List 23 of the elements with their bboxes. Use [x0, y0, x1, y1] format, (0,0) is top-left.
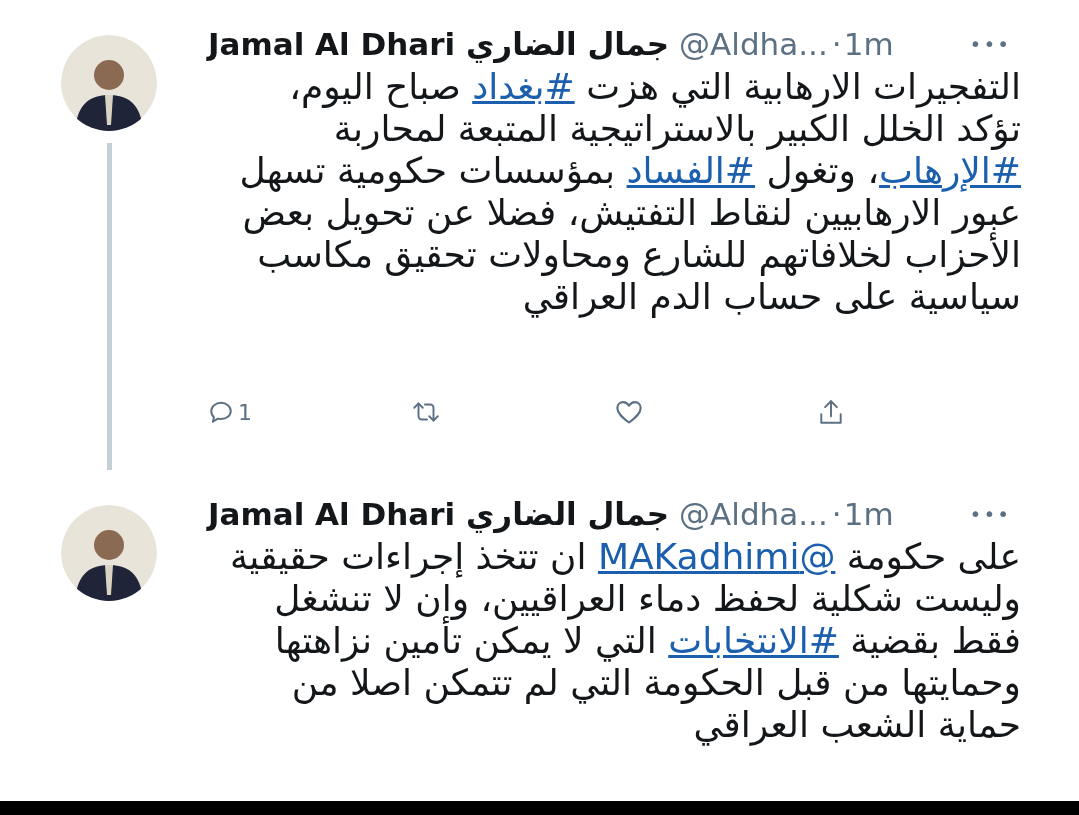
user-handle[interactable]: @Aldha... [679, 490, 828, 538]
separator: · [831, 24, 842, 64]
user-handle[interactable]: @Aldha... [679, 20, 828, 68]
reply-count: 1 [238, 398, 252, 427]
retweet-icon[interactable] [411, 399, 442, 425]
separator: · [831, 494, 842, 534]
more-icon[interactable]: ••• [969, 499, 1011, 529]
tweet-text: التفجيرات الارهابية التي هزت #بغداد صباح اليوم، تؤكد الخلل الكبير بالاستراتيجية المتبعة لمحاربة #الإرهاب، وتغول #الفساد بمؤسسات حكومية تسهل عبور الارهابيين لنقاط التفتيش، فضلا عن تحويل بعض الأحزاب لخلافاتهم للشارع ومحاولات تحقيق مكاسب سياسية على حساب الدم العراقي [238, 66, 1021, 318]
timestamp[interactable]: 1m [843, 20, 894, 68]
tweet-link[interactable]: #الانتخابات [668, 620, 839, 661]
avatar-icon [61, 505, 157, 601]
heart-icon[interactable] [614, 399, 643, 425]
tweet-link[interactable]: @MAKadhimi [597, 536, 836, 577]
more-icon[interactable]: ••• [969, 29, 1011, 59]
share-icon[interactable] [817, 398, 844, 426]
reply-icon[interactable] [208, 399, 234, 425]
tweet-link[interactable]: #الفساد [626, 150, 756, 191]
tweet-link[interactable]: #بغداد [472, 66, 575, 107]
avatar-icon [61, 35, 157, 131]
display-name[interactable]: Jamal Al Dhari جمال الضاري [208, 490, 670, 538]
timestamp[interactable]: 1m [843, 490, 894, 538]
tweet-link[interactable]: #الإرهاب [879, 150, 1021, 191]
display-name[interactable]: Jamal Al Dhari جمال الضاري [208, 20, 670, 68]
